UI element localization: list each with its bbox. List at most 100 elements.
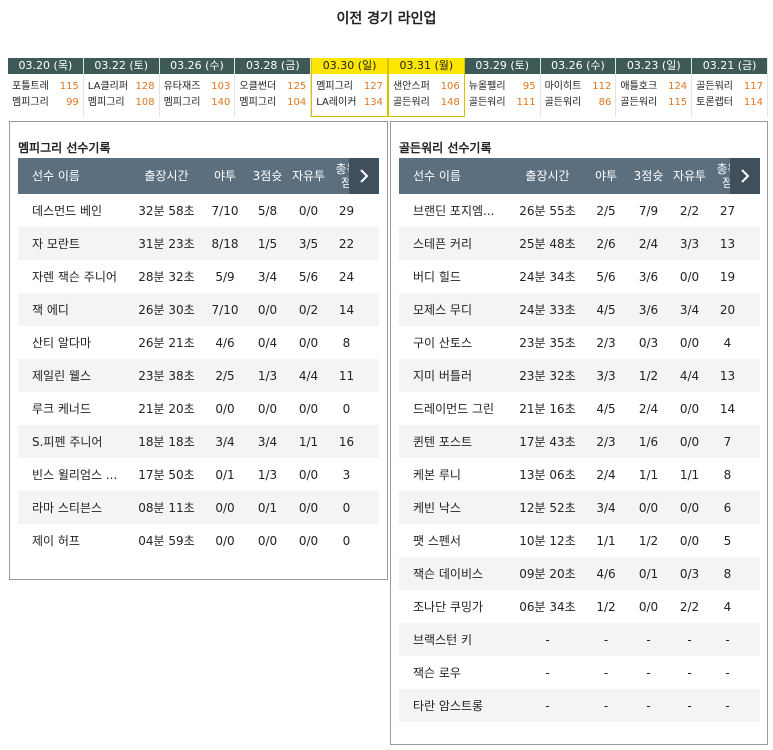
player-name: 라마 스티븐스 (32, 501, 103, 515)
player-fg: - (603, 632, 609, 647)
player-ft: 0/0 (679, 401, 700, 416)
player-points: 4 (723, 335, 732, 350)
table-row: 드레이먼드 그린 21분 16초 4/5 2/4 0/0 14 (399, 392, 760, 425)
table-row: 케본 루니 13분 06초 2/4 1/1 1/1 8 (399, 458, 760, 491)
player-name: 빈스 윌리엄스 ... (32, 468, 118, 482)
game-card[interactable]: 03.26 (수) 마이히트 112 골든워리 86 (540, 58, 617, 117)
team-name: 포틀트레 (12, 81, 49, 92)
player-points: - (725, 632, 730, 647)
table-header: 선수 이름 출장시간 야투 3점슛 자유투 총득 점 (18, 158, 379, 194)
player-minutes: 17분 50초 (138, 468, 195, 482)
team-name: 멤피그리 (87, 97, 125, 108)
game-card[interactable]: 03.23 (일) 애틀호크 124 골든워리 115 (616, 58, 693, 117)
game-team-row: 오클썬더 125 (235, 79, 310, 95)
player-minutes: 23분 35초 (519, 336, 576, 350)
player-name: 팻 스펜서 (413, 534, 461, 548)
team-score: 134 (363, 97, 383, 108)
table-row: 제일린 웰스 23분 38초 2/5 1/3 4/4 11 (18, 359, 379, 392)
player-three: 5/8 (257, 203, 278, 218)
team-score: 115 (59, 81, 79, 92)
player-minutes: 12분 52초 (519, 501, 576, 515)
player-fg: 3/4 (215, 434, 235, 449)
player-fg: 0/1 (215, 467, 235, 482)
game-card[interactable]: 03.21 (금) 골든워리 117 토론랩터 114 (692, 58, 768, 117)
team-name: LA레이커 (316, 97, 357, 108)
team-name: 멤피그리 (239, 97, 277, 108)
player-points: 29 (338, 203, 355, 218)
player-ft: 0/0 (298, 467, 319, 482)
player-minutes: 31분 23초 (138, 237, 195, 251)
team-name: 골든워리 (620, 97, 658, 108)
player-fg: 1/2 (596, 599, 616, 614)
table-row: 타란 암스트롱 - - - - - (399, 689, 760, 722)
player-minutes: 25분 48초 (519, 237, 576, 251)
page-title: 이전 경기 라인업 (336, 11, 437, 27)
player-points: 13 (719, 236, 736, 251)
team-score: 108 (135, 97, 155, 108)
player-fg: 2/4 (596, 467, 616, 482)
table-row: 스테픈 커리 25분 48초 2/6 2/4 3/3 13 (399, 227, 760, 260)
player-fg: 4/5 (596, 302, 616, 317)
table-row: 버디 힐드 24분 34초 5/6 3/6 0/0 19 (399, 260, 760, 293)
recent-games-strip: 03.20 (목) 포틀트레 115 멤피그리 99 03.22 (토) LA클리퍼 128 멤… (8, 58, 768, 117)
player-three: 0/1 (638, 566, 659, 581)
table-row: 지미 버틀러 23분 32초 3/3 1/2 4/4 13 (399, 359, 760, 392)
game-team-row: LA클리퍼 128 (84, 79, 159, 95)
game-team-row: 골든워리 86 (541, 95, 616, 111)
game-team-row: 토론랩터 114 (692, 95, 767, 111)
game-date: 03.31 (월) (388, 58, 464, 74)
game-card[interactable]: 03.30 (일) 멤피그리 127 LA레이커 134 (311, 58, 388, 117)
table-row: 라마 스티븐스 08분 11초 0/0 0/1 0/0 0 (18, 491, 379, 524)
table-row: 잭슨 데이비스 09분 20초 4/6 0/1 0/3 8 (399, 557, 760, 590)
player-minutes: 23분 32초 (519, 369, 576, 383)
scroll-right-button[interactable] (730, 158, 760, 194)
team-name: 토론랩터 (696, 97, 733, 108)
player-minutes: 28분 32초 (138, 270, 195, 284)
team-score: 95 (522, 81, 536, 92)
game-team-row: 멤피그리 99 (8, 95, 83, 111)
game-card[interactable]: 03.29 (토) 뉴올펠리 95 골든워리 111 (464, 58, 541, 117)
table-row: 잭슨 로우 - - - - - (399, 656, 760, 689)
team-name: 멤피그리 (316, 81, 353, 92)
player-fg: 4/5 (596, 401, 616, 416)
team-name: LA클리퍼 (87, 81, 129, 92)
game-card[interactable]: 03.22 (토) LA클리퍼 128 멤피그리 108 (83, 58, 160, 117)
table-row: 조나단 쿠밍가 06분 34초 1/2 0/0 2/2 4 (399, 590, 760, 623)
player-name: 퀸텐 포스트 (413, 435, 473, 449)
player-minutes: 17분 43초 (519, 435, 576, 449)
player-minutes: 26분 21초 (138, 336, 195, 350)
player-name: 잭슨 로우 (413, 666, 461, 680)
player-points: 7 (723, 434, 732, 449)
player-points: 20 (719, 302, 736, 317)
player-three: 0/0 (257, 401, 278, 416)
table-row: 브랙스턴 키 - - - - - (399, 623, 760, 656)
game-card[interactable]: 03.26 (수) 유타재즈 103 멤피그리 140 (159, 58, 236, 117)
table-body: 데스먼드 베인 32분 58초 7/10 5/8 0/0 29 자 모란트 31분 23초 8/… (18, 194, 379, 557)
player-minutes: 21분 16초 (519, 402, 576, 416)
player-ft: 0/3 (679, 566, 700, 581)
game-card[interactable]: 03.20 (목) 포틀트레 115 멤피그리 99 (8, 58, 84, 117)
game-card[interactable]: 03.31 (월) 샌안스퍼 106 골든워리 148 (387, 58, 465, 117)
game-date: 03.22 (토) (83, 58, 159, 74)
game-date: 03.20 (목) (8, 58, 83, 74)
player-fg: 2/6 (596, 236, 616, 251)
game-date: 03.28 (금) (235, 58, 311, 74)
player-fg: 2/5 (215, 368, 235, 383)
player-ft: 3/3 (679, 236, 700, 251)
team-name: 골든워리 (696, 81, 733, 92)
player-fg: 4/6 (215, 335, 235, 350)
player-three: 1/2 (638, 368, 659, 383)
player-name: 브랜딘 포지엠... (413, 204, 495, 218)
table-row: 모제스 무디 24분 33초 4/5 3/6 3/4 20 (399, 293, 760, 326)
player-ft: 3/4 (679, 302, 700, 317)
game-date: 03.26 (수) (540, 58, 616, 74)
player-three: 0/4 (257, 335, 278, 350)
header-fg: 야투 (594, 169, 618, 183)
game-team-row: 골든워리 117 (692, 79, 767, 95)
player-points: 0 (342, 500, 351, 515)
header-ft: 자유투 (291, 169, 326, 183)
player-points: 11 (338, 368, 355, 383)
player-ft: 0/0 (298, 203, 319, 218)
game-card[interactable]: 03.28 (금) 오클썬더 125 멤피그리 104 (235, 58, 312, 117)
scroll-right-button[interactable] (349, 158, 379, 194)
